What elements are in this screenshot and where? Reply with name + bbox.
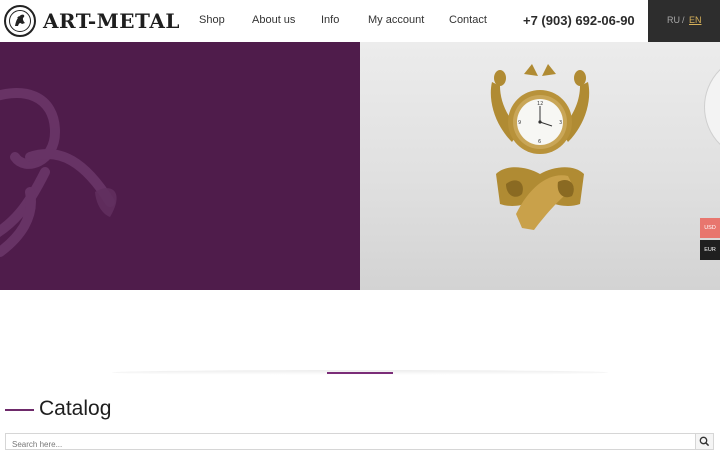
currency-eur-button[interactable]: EUR (700, 240, 720, 260)
search-button[interactable] (695, 434, 713, 449)
clock-figurine-icon[interactable]: 12 3 6 9 (476, 64, 604, 232)
active-tab-indicator[interactable] (327, 372, 393, 374)
nav-shop[interactable]: Shop (199, 14, 225, 26)
lang-separator: / (682, 15, 685, 25)
logo-text: ART-METAL (43, 9, 180, 33)
catalog-title: Catalog (39, 397, 112, 420)
svg-text:3: 3 (559, 120, 562, 126)
site-header: ART-METAL Shop About us Info My account … (0, 0, 720, 43)
ornament-decoration (0, 88, 117, 257)
nav-my-account[interactable]: My account (368, 14, 424, 26)
lang-ru[interactable]: RU (667, 15, 680, 25)
currency-usd-button[interactable]: USD (700, 218, 720, 238)
hero-banner-left (0, 42, 360, 290)
svg-text:6: 6 (538, 139, 541, 145)
svg-text:12: 12 (537, 101, 543, 107)
site-logo[interactable]: ART-METAL (4, 4, 180, 38)
hero-decor-circle (704, 54, 720, 160)
catalog-search-bar (5, 433, 714, 452)
phone-number[interactable]: +7 (903) 692-06-90 (523, 13, 635, 28)
search-icon (699, 436, 710, 447)
language-switcher: RU / EN (648, 0, 720, 42)
nav-contact[interactable]: Contact (449, 14, 487, 26)
nav-about-us[interactable]: About us (252, 14, 295, 26)
catalog-title-accent (5, 409, 34, 411)
nav-info[interactable]: Info (321, 14, 339, 26)
lang-en[interactable]: EN (689, 15, 702, 25)
logo-emblem-icon (4, 5, 36, 37)
hero-banner-right: 12 3 6 9 (360, 42, 720, 290)
svg-text:9: 9 (518, 120, 521, 126)
